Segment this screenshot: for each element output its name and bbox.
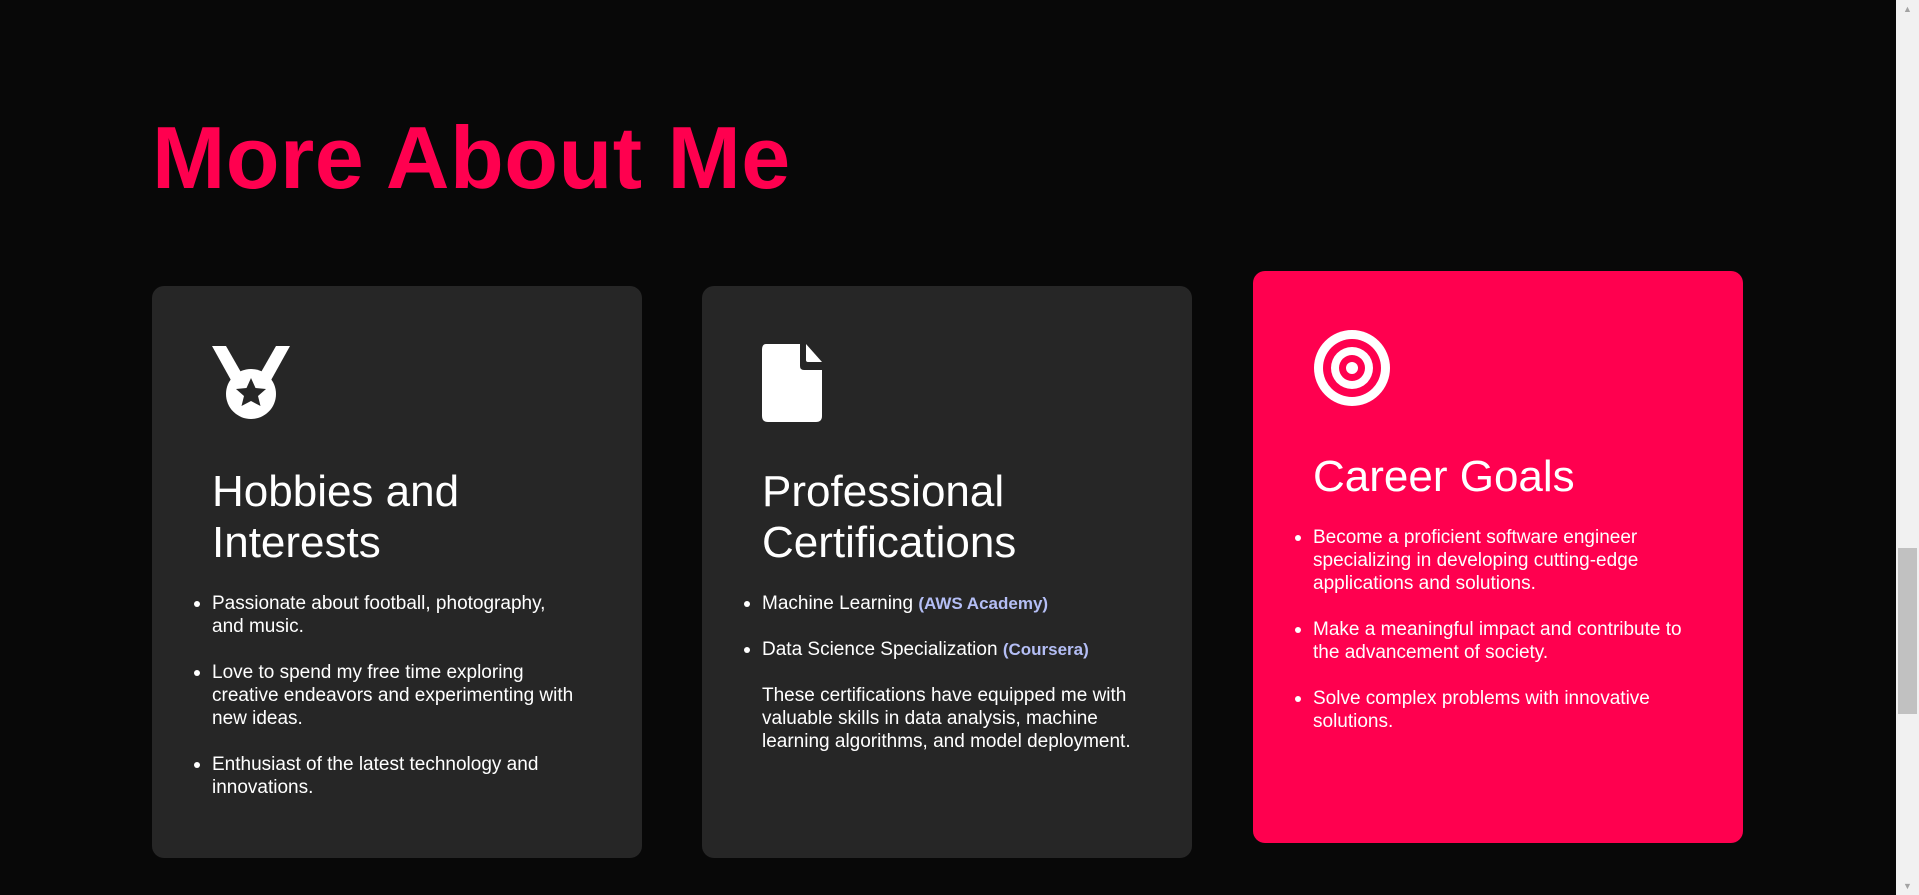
card-career-goals: Career Goals Become a proficient softwar… xyxy=(1253,271,1743,843)
career-goals-list: Become a proficient software engineer sp… xyxy=(1295,526,1683,733)
list-item: Passionate about football, photography, … xyxy=(194,592,582,638)
scroll-thumb[interactable] xyxy=(1898,548,1917,714)
list-item: Solve complex problems with innovative s… xyxy=(1295,687,1683,733)
list-item: Love to spend my free time exploring cre… xyxy=(194,661,582,730)
list-item: Machine Learning (AWS Academy) xyxy=(744,592,1132,615)
hobbies-list: Passionate about football, photography, … xyxy=(194,592,582,799)
certifications-list: Machine Learning (AWS Academy) Data Scie… xyxy=(744,592,1132,661)
certification-provider: (Coursera) xyxy=(1002,640,1089,659)
list-item: Make a meaningful impact and contribute … xyxy=(1295,619,1682,663)
card-title: Hobbies and Interests xyxy=(212,467,460,567)
card-title: Professional Certifications xyxy=(762,467,1017,567)
card-title: Career Goals xyxy=(1313,452,1575,501)
scroll-down-arrow-icon[interactable]: ▼ xyxy=(1896,877,1919,895)
document-icon xyxy=(762,344,1132,422)
section-title: More About Me xyxy=(152,108,791,207)
list-item: Enthusiast of the latest technology and … xyxy=(194,753,582,799)
card-certifications: Professional Certifications Machine Lear… xyxy=(702,286,1192,858)
target-icon xyxy=(1313,329,1683,407)
list-item: Become a proficient software engineer sp… xyxy=(1295,526,1683,595)
certifications-note: These certifications have equipped me wi… xyxy=(762,685,1131,752)
scroll-up-arrow-icon[interactable]: ▲ xyxy=(1896,0,1919,18)
vertical-scrollbar[interactable]: ▲ ▼ xyxy=(1896,0,1919,895)
medal-icon xyxy=(212,344,582,422)
certification-name: Machine Learning xyxy=(762,593,914,614)
card-hobbies: Hobbies and Interests Passionate about f… xyxy=(152,286,642,858)
certification-provider: (AWS Academy) xyxy=(918,594,1049,613)
page: More About Me Hobbies and Interests Pass… xyxy=(0,0,1919,895)
certification-name: Data Science Specialization xyxy=(762,639,998,660)
list-item: Data Science Specialization (Coursera) xyxy=(744,638,1132,661)
